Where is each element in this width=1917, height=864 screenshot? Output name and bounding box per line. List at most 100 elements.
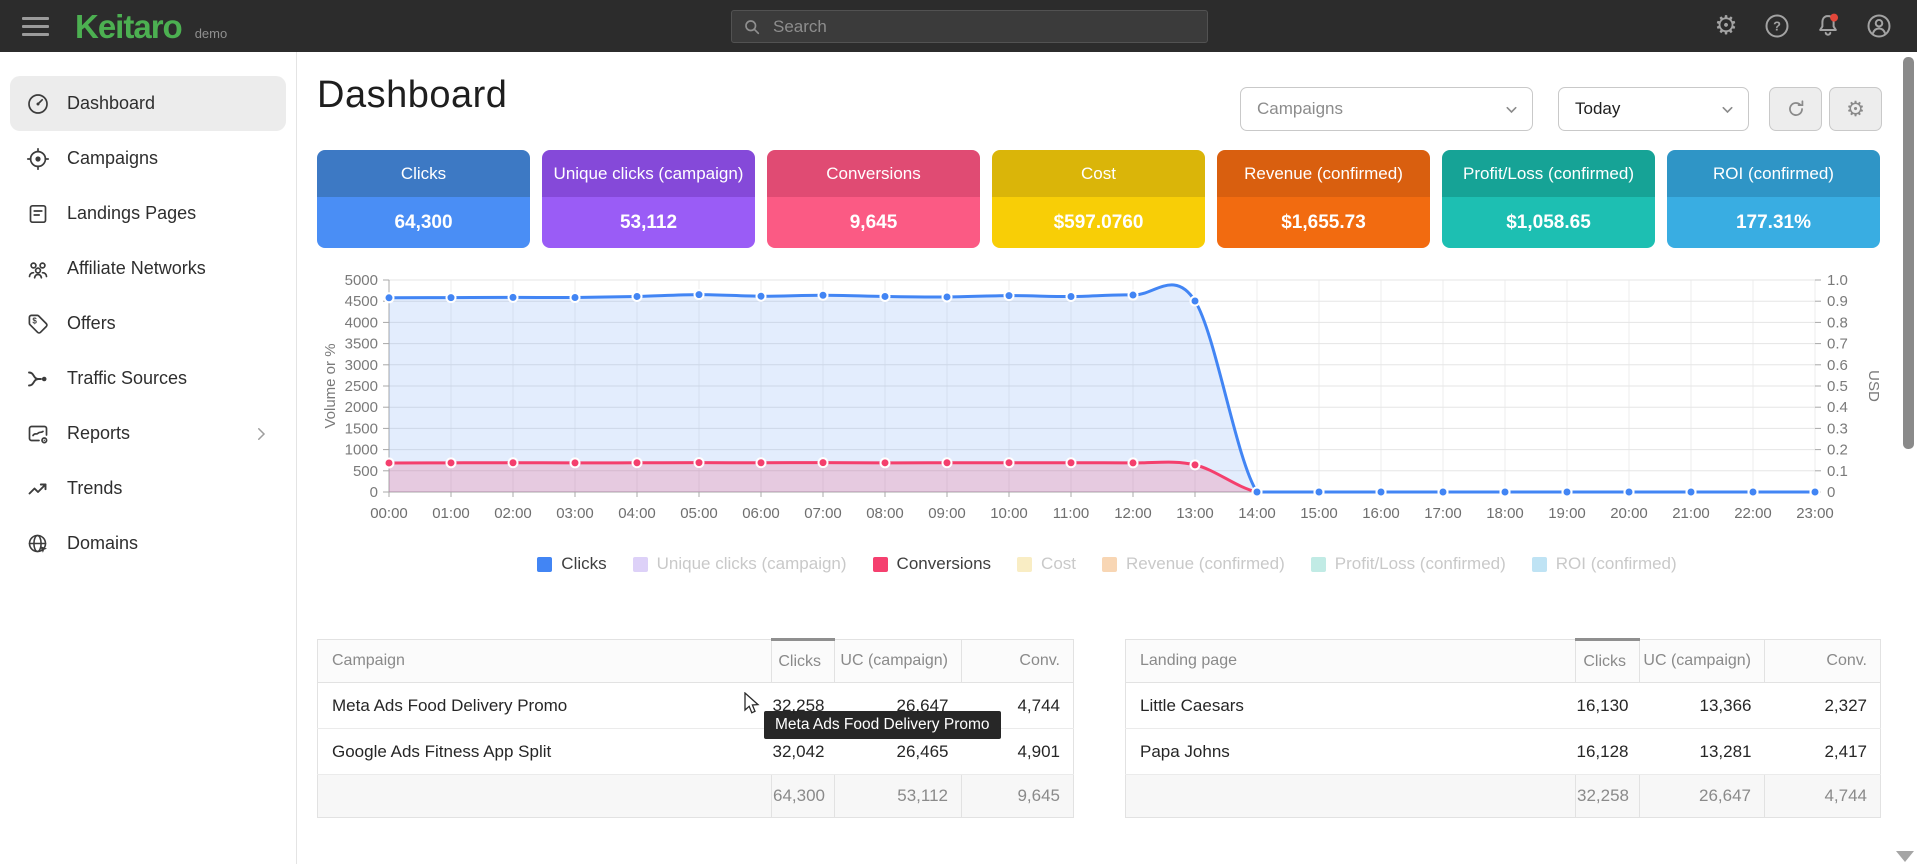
legend-swatch xyxy=(1311,557,1326,572)
table-header-row: Landing page Clicks UC (campaign) Conv. xyxy=(1126,640,1881,683)
dashboard-settings-button[interactable]: ⚙ xyxy=(1829,87,1882,131)
sidebar-item-traffic-sources[interactable]: Traffic Sources xyxy=(10,351,286,406)
column-header-conv[interactable]: Conv. xyxy=(962,640,1074,683)
svg-text:1.0: 1.0 xyxy=(1827,272,1848,289)
column-header-landing-page[interactable]: Landing page xyxy=(1126,640,1576,683)
dashboard-icon xyxy=(26,92,50,116)
svg-text:15:00: 15:00 xyxy=(1300,505,1338,522)
table-row[interactable]: Papa Johns 16,128 13,281 2,417 xyxy=(1126,729,1881,775)
column-header-uc-campaign[interactable]: UC (campaign) xyxy=(835,640,962,683)
svg-text:4000: 4000 xyxy=(345,314,378,331)
sidebar-item-domains[interactable]: Domains xyxy=(10,516,286,571)
stat-card-revenue[interactable]: Revenue (confirmed) $1,655.73 xyxy=(1217,150,1430,248)
search-input[interactable] xyxy=(771,16,1197,38)
legend-swatch xyxy=(537,557,552,572)
legend-swatch xyxy=(633,557,648,572)
stat-card-unique-clicks[interactable]: Unique clicks (campaign) 53,112 xyxy=(542,150,755,248)
svg-text:16:00: 16:00 xyxy=(1362,505,1400,522)
svg-text:2500: 2500 xyxy=(345,378,378,395)
trends-icon xyxy=(26,477,50,501)
legend-item-roi[interactable]: ROI (confirmed) xyxy=(1532,554,1677,574)
stat-card-profit-loss[interactable]: Profit/Loss (confirmed) $1,058.65 xyxy=(1442,150,1655,248)
svg-text:07:00: 07:00 xyxy=(804,505,842,522)
brand-suffix: demo xyxy=(195,26,228,41)
sidebar-item-affiliate-networks[interactable]: Affiliate Networks xyxy=(10,241,286,296)
notifications-bell-icon[interactable] xyxy=(1814,12,1842,40)
scroll-down-arrow-icon[interactable] xyxy=(1896,851,1914,862)
domains-icon xyxy=(26,532,50,556)
svg-text:21:00: 21:00 xyxy=(1672,505,1710,522)
svg-text:USD: USD xyxy=(1865,370,1882,402)
sidebar-item-reports[interactable]: Reports xyxy=(10,406,286,461)
search-box[interactable] xyxy=(731,10,1208,43)
svg-text:00:00: 00:00 xyxy=(370,505,408,522)
legend-item-unique-clicks[interactable]: Unique clicks (campaign) xyxy=(633,554,847,574)
user-avatar-icon[interactable] xyxy=(1865,12,1893,40)
landings-icon xyxy=(26,202,50,226)
column-header-uc-campaign[interactable]: UC (campaign) xyxy=(1640,640,1765,683)
legend-item-conversions[interactable]: Conversions xyxy=(873,554,992,574)
svg-text:3500: 3500 xyxy=(345,336,378,353)
svg-text:0.7: 0.7 xyxy=(1827,336,1848,353)
legend-swatch xyxy=(1102,557,1117,572)
svg-text:0.5: 0.5 xyxy=(1827,378,1848,395)
hamburger-menu-icon[interactable] xyxy=(22,17,49,36)
svg-text:2000: 2000 xyxy=(345,399,378,416)
traffic-chart: 00:0001:0002:0003:0004:0005:0006:0007:00… xyxy=(297,272,1917,540)
table-totals-row: 32,258 26,647 4,744 xyxy=(1126,775,1881,818)
legend-item-revenue[interactable]: Revenue (confirmed) xyxy=(1102,554,1285,574)
svg-text:12:00: 12:00 xyxy=(1114,505,1152,522)
svg-text:19:00: 19:00 xyxy=(1548,505,1586,522)
sidebar-item-dashboard[interactable]: Dashboard xyxy=(10,76,286,131)
stat-card-clicks[interactable]: Clicks 64,300 xyxy=(317,150,530,248)
sidebar-item-offers[interactable]: $ Offers xyxy=(10,296,286,351)
refresh-icon xyxy=(1785,98,1807,120)
svg-text:22:00: 22:00 xyxy=(1734,505,1772,522)
legend-item-profit-loss[interactable]: Profit/Loss (confirmed) xyxy=(1311,554,1506,574)
legend-item-clicks[interactable]: Clicks xyxy=(537,554,606,574)
table-header-row: Campaign Clicks UC (campaign) Conv. xyxy=(318,640,1074,683)
scrollbar-thumb[interactable] xyxy=(1903,57,1914,449)
sidebar-item-campaigns[interactable]: Campaigns xyxy=(10,131,286,186)
legend-item-cost[interactable]: Cost xyxy=(1017,554,1076,574)
svg-text:14:00: 14:00 xyxy=(1238,505,1276,522)
svg-text:0.3: 0.3 xyxy=(1827,420,1848,437)
svg-text:09:00: 09:00 xyxy=(928,505,966,522)
svg-text:0: 0 xyxy=(370,484,378,501)
svg-text:10:00: 10:00 xyxy=(990,505,1028,522)
chart-legend: Clicks Unique clicks (campaign) Conversi… xyxy=(297,554,1917,574)
stat-card-cost[interactable]: Cost $597.0760 xyxy=(992,150,1205,248)
svg-text:08:00: 08:00 xyxy=(866,505,904,522)
svg-text:17:00: 17:00 xyxy=(1424,505,1462,522)
refresh-button[interactable] xyxy=(1769,87,1822,131)
main-content: Dashboard Campaigns Today ⚙ Clicks 64,30… xyxy=(297,52,1917,864)
stat-card-conversions[interactable]: Conversions 9,645 xyxy=(767,150,980,248)
stat-card-roi[interactable]: ROI (confirmed) 177.31% xyxy=(1667,150,1880,248)
legend-swatch xyxy=(1532,557,1547,572)
column-header-conv[interactable]: Conv. xyxy=(1765,640,1881,683)
affiliate-networks-icon xyxy=(26,257,50,281)
topbar-icons: ⚙ ? xyxy=(1712,0,1893,52)
chevron-right-icon xyxy=(252,425,270,443)
brand[interactable]: Keitaro demo xyxy=(75,10,227,43)
column-header-clicks[interactable]: Clicks xyxy=(1576,640,1640,683)
help-icon[interactable]: ? xyxy=(1763,12,1791,40)
svg-text:$: $ xyxy=(32,316,37,325)
chevron-down-icon xyxy=(1503,101,1520,118)
column-header-campaign[interactable]: Campaign xyxy=(318,640,772,683)
date-range-select[interactable]: Today xyxy=(1558,87,1749,131)
svg-text:23:00: 23:00 xyxy=(1796,505,1834,522)
gear-icon: ⚙ xyxy=(1846,99,1865,120)
sidebar-item-landings-pages[interactable]: Landings Pages xyxy=(10,186,286,241)
sidebar-item-trends[interactable]: Trends xyxy=(10,461,286,516)
svg-text:11:00: 11:00 xyxy=(1053,505,1089,522)
legend-swatch xyxy=(1017,557,1032,572)
svg-text:4500: 4500 xyxy=(345,293,378,310)
svg-text:3000: 3000 xyxy=(345,357,378,374)
page-title: Dashboard xyxy=(317,74,507,117)
column-header-clicks[interactable]: Clicks xyxy=(772,640,835,683)
settings-gear-icon[interactable]: ⚙ xyxy=(1712,12,1740,40)
search-icon xyxy=(742,17,762,37)
campaigns-filter-select[interactable]: Campaigns xyxy=(1240,87,1533,131)
table-row[interactable]: Little Caesars 16,130 13,366 2,327 xyxy=(1126,683,1881,729)
